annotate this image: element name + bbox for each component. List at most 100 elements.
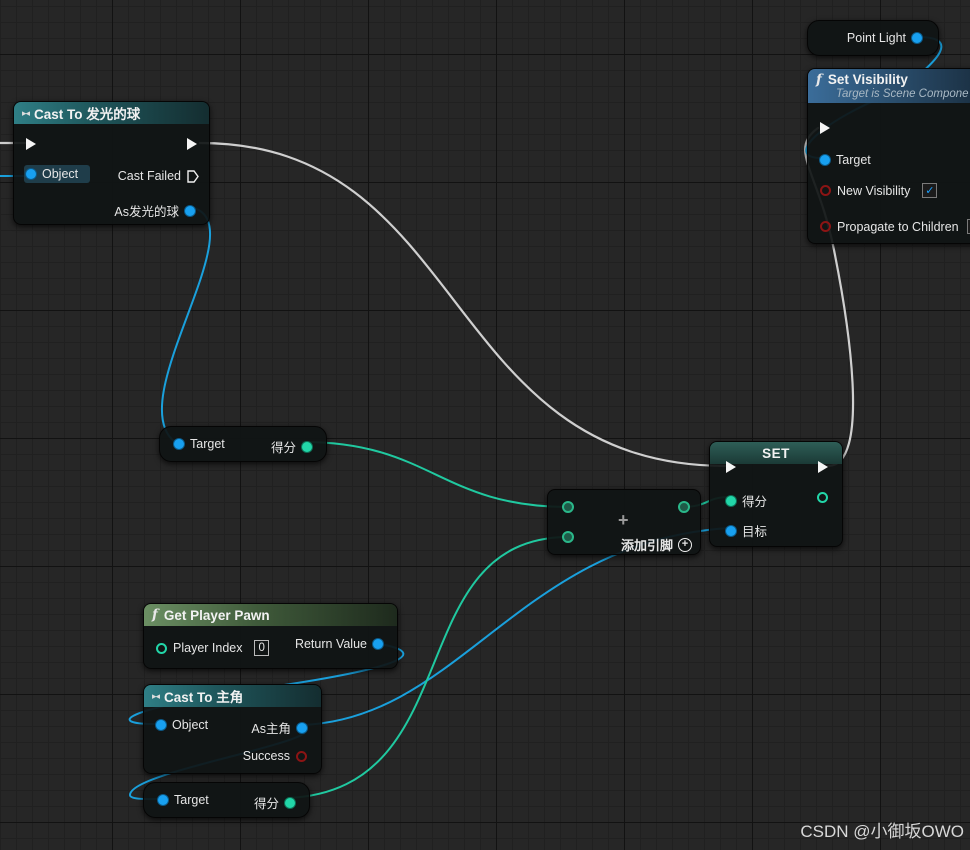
exec-in-pin[interactable] (26, 138, 36, 150)
exec-arrow-icon (818, 461, 828, 473)
pin-label: Cast Failed (117, 169, 181, 183)
add-pin-button[interactable]: 添加引脚 + (621, 535, 692, 554)
node-title: Get Player Pawn (163, 607, 270, 623)
cast-to-main-character-node[interactable]: ▸◂ Cast To 主角 Object As主角 Success (143, 684, 322, 774)
exec-hollow-icon (187, 169, 199, 183)
object-pin-icon (912, 33, 922, 43)
object-pin-icon (26, 169, 36, 179)
function-icon: f (152, 607, 158, 623)
cast-failed-pin[interactable]: Cast Failed (112, 169, 199, 183)
pin-label: As主角 (251, 722, 291, 736)
new-visibility-checkbox[interactable]: ✓ (922, 183, 938, 198)
point-light-node[interactable]: Point Light (807, 20, 939, 56)
function-icon: f (816, 72, 822, 88)
integer-pin-icon (678, 501, 690, 513)
add-input-b-pin[interactable] (562, 531, 574, 543)
pin-label: 得分 (270, 441, 296, 455)
object-input-pin[interactable]: Object (156, 718, 214, 732)
player-index-pin[interactable]: Player Index 0 (156, 640, 269, 656)
integer-pin-icon (156, 642, 167, 654)
object-pin-icon (726, 525, 736, 536)
propagate-to-children-pin[interactable]: Propagate to Children (820, 219, 970, 234)
add-circle-icon: + (678, 537, 692, 552)
exec-arrow-icon (26, 138, 36, 150)
new-visibility-pin[interactable]: New Visibility ✓ (820, 183, 938, 198)
add-output-pin[interactable] (678, 501, 690, 513)
node-title: SET (762, 445, 790, 461)
obj-wire-as-glow-to-target (161, 206, 212, 443)
pin-label: Object (172, 718, 209, 732)
node-subtitle: Target is Scene Compone (836, 88, 969, 100)
integer-pin-icon (285, 797, 295, 808)
node-header[interactable]: f Set Visibility Target is Scene Compone (808, 69, 970, 103)
as-glow-ball-output-pin[interactable]: As发光的球 (108, 201, 195, 220)
boolean-pin-icon (820, 221, 831, 232)
add-input-a-pin[interactable] (562, 501, 574, 513)
watermark: CSDN @小御坂OWO (800, 822, 964, 841)
integer-pin-icon (562, 501, 574, 513)
object-pin-icon (185, 205, 195, 216)
node-header[interactable]: ▸◂ Cast To 发光的球 (14, 102, 209, 124)
cast-icon: ▸◂ (22, 107, 30, 118)
node-title: Cast To 发光的球 (34, 107, 141, 122)
player-index-field[interactable]: 0 (254, 640, 269, 656)
target-input-pin[interactable]: Target (158, 793, 215, 807)
node-header[interactable]: f Get Player Pawn (144, 604, 397, 626)
target-input-pin[interactable]: Target (820, 153, 877, 167)
score-input-pin[interactable]: 得分 (726, 491, 773, 510)
target-score-node-bottom[interactable]: Target 得分 (143, 782, 310, 818)
exec-arrow-icon (726, 461, 736, 473)
as-main-output-pin[interactable]: As主角 (245, 718, 307, 737)
cast-icon: ▸◂ (152, 690, 160, 701)
pin-label: 目标 (742, 525, 768, 539)
object-pin-icon (174, 439, 184, 449)
pin-label: Player Index (173, 641, 243, 655)
boolean-pin-icon (296, 750, 307, 762)
set-variable-node[interactable]: SET 得分 目标 (709, 441, 843, 547)
pin-label: As发光的球 (114, 205, 179, 219)
pin-label: Point Light (846, 31, 906, 45)
exec-wire-cast-to-set (198, 141, 727, 468)
object-pin-icon (820, 155, 830, 165)
object-pin-icon (158, 795, 168, 805)
object-input-pin[interactable]: Object (24, 165, 91, 183)
object-pin-icon (297, 722, 307, 733)
pin-label: 得分 (253, 797, 279, 811)
score-output-pin[interactable]: 得分 (265, 437, 312, 456)
get-player-pawn-node[interactable]: f Get Player Pawn Player Index 0 Return … (143, 603, 398, 669)
exec-arrow-icon (820, 122, 830, 134)
target-input-pin[interactable]: 目标 (726, 521, 773, 540)
integer-pin-icon (817, 492, 828, 503)
pin-label: New Visibility (837, 183, 911, 198)
cast-to-glow-ball-node[interactable]: ▸◂ Cast To 发光的球 Object Cast Failed As发光的… (13, 101, 210, 225)
node-title: Cast To 主角 (164, 690, 244, 705)
exec-out-pin[interactable] (818, 461, 828, 473)
score-output-pin[interactable]: 得分 (248, 793, 295, 812)
pin-label: Return Value (294, 637, 367, 651)
score-output-pin[interactable] (817, 492, 828, 503)
object-pin-icon (373, 639, 383, 649)
pin-label: Target (174, 793, 209, 807)
integer-pin-icon (562, 531, 574, 543)
add-integer-node[interactable]: + 添加引脚 + (547, 489, 701, 555)
integer-pin-icon (726, 495, 736, 506)
int-wire-score-to-add (302, 441, 567, 508)
exec-arrow-icon (187, 138, 197, 150)
node-header[interactable]: ▸◂ Cast To 主角 (144, 685, 321, 707)
target-score-node-top[interactable]: Target 得分 (159, 426, 327, 462)
integer-pin-icon (302, 441, 312, 452)
pin-label: Propagate to Children (837, 219, 959, 234)
propagate-checkbox[interactable] (966, 219, 970, 234)
success-pin[interactable]: Success (237, 749, 307, 763)
boolean-pin-icon (820, 185, 831, 196)
exec-in-pin[interactable] (820, 122, 830, 134)
target-input-pin[interactable]: Target (174, 437, 231, 451)
node-title: Set Visibility (827, 72, 908, 87)
exec-in-pin[interactable] (726, 461, 736, 473)
exec-out-pin[interactable] (187, 138, 197, 150)
set-visibility-node[interactable]: f Set Visibility Target is Scene Compone … (807, 68, 970, 244)
pin-label: Success (242, 749, 290, 763)
pin-label: 得分 (742, 495, 768, 509)
return-value-pin[interactable]: Return Value (289, 637, 383, 651)
point-light-output-pin[interactable]: Point Light (841, 31, 922, 45)
